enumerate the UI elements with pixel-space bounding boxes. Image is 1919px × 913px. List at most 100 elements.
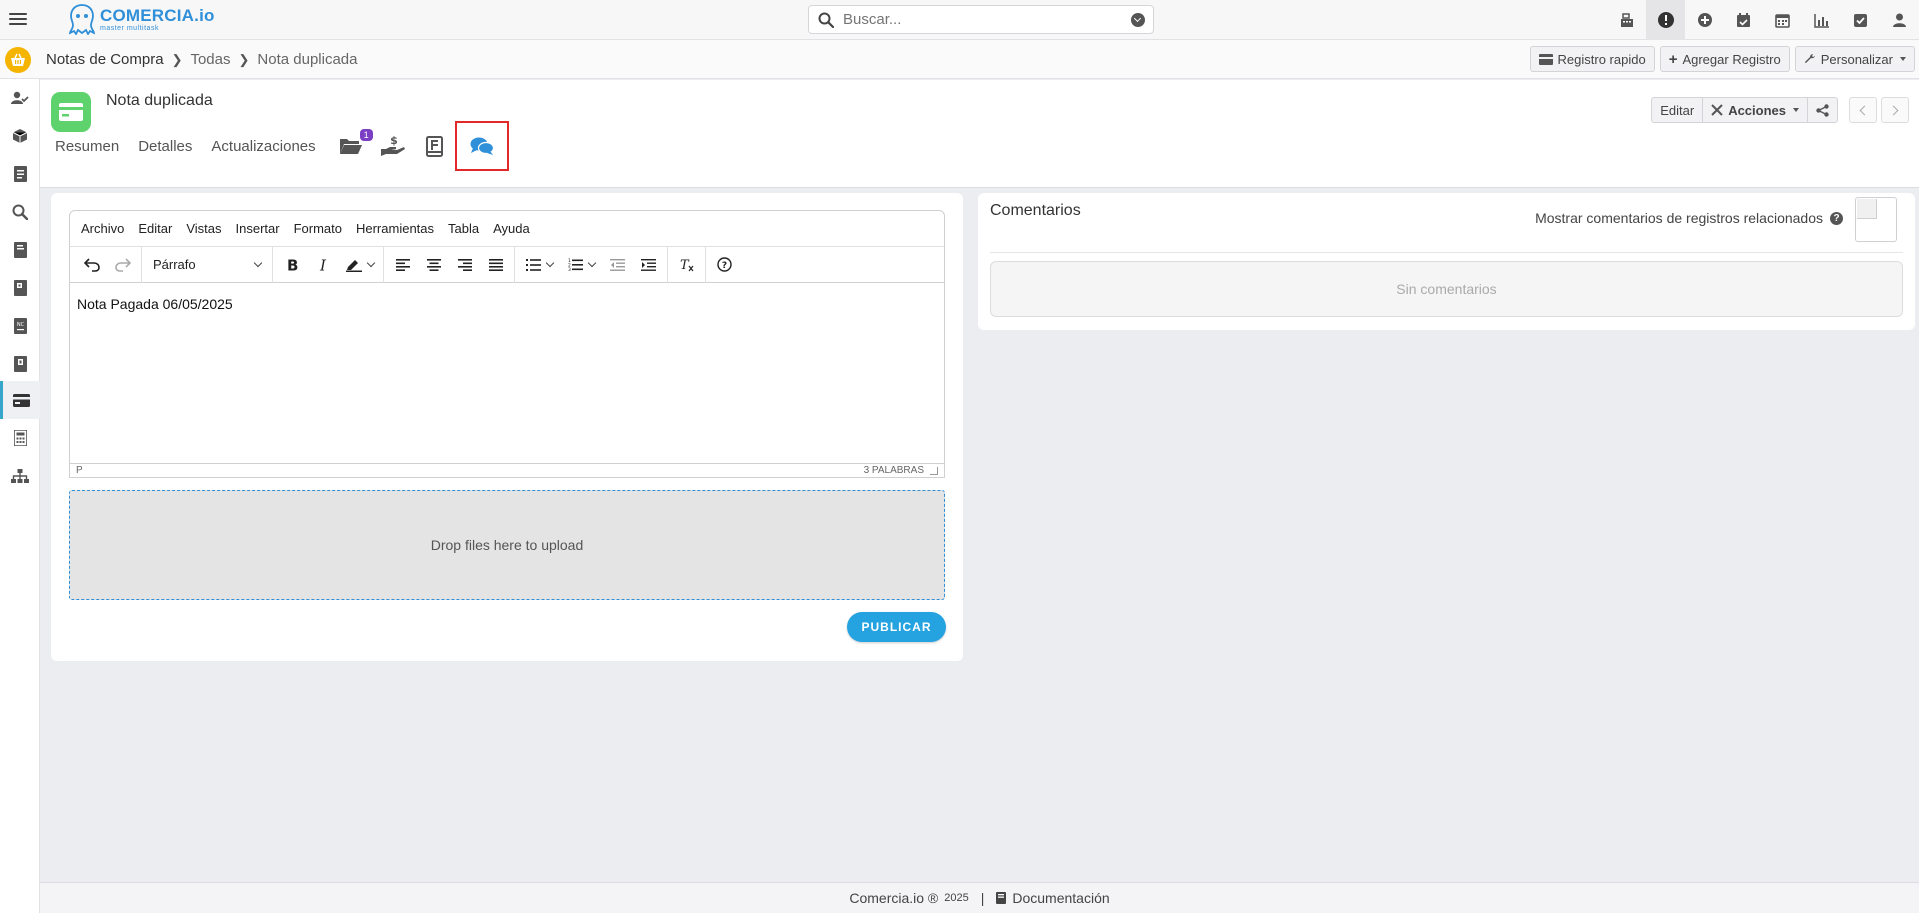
menu-view[interactable]: Vistas xyxy=(186,221,221,236)
sidebar-item-calculator[interactable] xyxy=(0,419,40,457)
sidebar-item-credit-notes[interactable]: NC xyxy=(0,307,40,345)
quick-record-button[interactable]: Registro rapido xyxy=(1529,46,1655,72)
menu-edit[interactable]: Editar xyxy=(138,221,172,236)
outdent-button[interactable] xyxy=(602,251,633,279)
menu-file[interactable]: Archivo xyxy=(81,221,124,236)
align-justify-icon xyxy=(488,258,503,271)
edit-button[interactable]: Editar xyxy=(1651,97,1704,123)
chevron-down-icon[interactable] xyxy=(1131,13,1145,27)
related-comments-toggle[interactable] xyxy=(1855,197,1897,242)
tools-icon xyxy=(1711,104,1723,116)
basket-icon[interactable] xyxy=(5,47,31,73)
sidebar-item-bills[interactable] xyxy=(0,269,40,307)
sidebar-item-purchase-notes[interactable] xyxy=(0,381,40,419)
share-icon xyxy=(1816,103,1829,117)
align-left-button[interactable] xyxy=(387,251,418,279)
menu-insert[interactable]: Insertar xyxy=(236,221,280,236)
sidebar-item-hierarchy[interactable] xyxy=(0,457,40,495)
customize-button[interactable]: Personalizar xyxy=(1794,46,1915,72)
file-dropzone[interactable]: Drop files here to upload xyxy=(69,490,945,600)
sidebar-item-search-docs[interactable] xyxy=(0,193,40,231)
breadcrumb-list[interactable]: Todas xyxy=(190,51,230,68)
align-justify-button[interactable] xyxy=(480,251,511,279)
divider xyxy=(990,252,1903,253)
menu-icon[interactable] xyxy=(9,10,27,28)
sidebar-item-contacts[interactable] xyxy=(0,79,40,117)
bullet-list-icon xyxy=(525,258,541,271)
tab-updates[interactable]: Actualizaciones xyxy=(211,138,315,155)
search-icon xyxy=(818,12,834,28)
bullet-list-button[interactable] xyxy=(518,251,560,279)
tab-payments[interactable]: $ xyxy=(377,130,409,162)
help-icon[interactable]: ? xyxy=(1830,211,1843,225)
search-box[interactable] xyxy=(808,5,1154,34)
chevron-down-icon xyxy=(587,258,596,268)
menu-tools[interactable]: Herramientas xyxy=(356,221,434,236)
svg-text:$: $ xyxy=(390,134,398,147)
toolbar-divider xyxy=(141,246,142,283)
brand-name: COMERCIA.io xyxy=(100,5,215,25)
menu-table[interactable]: Tabla xyxy=(448,221,479,236)
previous-record-button[interactable] xyxy=(1849,97,1877,123)
redo-icon xyxy=(114,257,131,272)
next-record-button[interactable] xyxy=(1881,97,1909,123)
comments-panel: Comentarios Mostrar comentarios de regis… xyxy=(978,193,1915,330)
editor-content-area[interactable]: Nota Pagada 06/05/2025 xyxy=(70,284,944,464)
cash-register-icon[interactable] xyxy=(1607,0,1646,40)
clear-formatting-button[interactable]: T xyxy=(671,251,702,279)
toolbar-divider xyxy=(514,246,515,283)
breadcrumb-bar: Notas de Compra ❯ Todas ❯ Nota duplicada… xyxy=(0,40,1919,79)
tab-details[interactable]: Detalles xyxy=(138,138,192,155)
sidebar-item-quotes[interactable] xyxy=(0,155,40,193)
outdent-icon xyxy=(610,258,625,271)
resize-handle[interactable] xyxy=(930,466,938,475)
checkbox-icon[interactable] xyxy=(1841,0,1880,40)
caret-down-icon xyxy=(1900,57,1906,61)
app-logo[interactable]: COMERCIA.io master multitask xyxy=(68,3,215,35)
user-icon[interactable] xyxy=(1880,0,1919,40)
align-right-button[interactable] xyxy=(449,251,480,279)
calendar-icon[interactable] xyxy=(1763,0,1802,40)
record-title: Nota duplicada xyxy=(106,92,213,109)
tab-comments[interactable] xyxy=(454,121,509,171)
menu-format[interactable]: Formato xyxy=(294,221,342,236)
undo-button[interactable] xyxy=(76,251,107,279)
rich-text-editor: Archivo Editar Vistas Insertar Formato H… xyxy=(69,210,945,478)
footer-year: 2025 xyxy=(944,892,969,904)
search-input[interactable] xyxy=(843,11,1113,28)
block-format-select[interactable]: Párrafo xyxy=(145,251,269,279)
add-record-button[interactable]: + Agregar Registro xyxy=(1659,46,1790,72)
tab-files[interactable]: 1 xyxy=(335,129,373,162)
top-bar: COMERCIA.io master multitask xyxy=(0,0,1919,40)
alert-icon[interactable] xyxy=(1646,0,1685,40)
share-button[interactable] xyxy=(1808,97,1838,123)
chart-icon[interactable] xyxy=(1802,0,1841,40)
breadcrumb-module[interactable]: Notas de Compra xyxy=(46,51,164,68)
credit-note-icon: NC xyxy=(13,318,27,334)
sidebar-item-products[interactable] xyxy=(0,117,40,155)
editor-toolbar: Párrafo B I 1 2 3 T ? xyxy=(70,246,944,283)
sidebar-item-ledger[interactable] xyxy=(0,345,40,383)
comments-title: Comentarios xyxy=(990,202,1081,219)
bold-button[interactable]: B xyxy=(276,251,307,279)
element-path[interactable]: P xyxy=(76,465,83,476)
files-count-badge: 1 xyxy=(359,129,373,141)
actions-button[interactable]: Acciones xyxy=(1703,97,1808,123)
menu-help[interactable]: Ayuda xyxy=(493,221,530,236)
tab-ledger[interactable] xyxy=(419,130,451,162)
add-circle-icon[interactable] xyxy=(1685,0,1724,40)
publish-button[interactable]: PUBLICAR xyxy=(847,612,946,642)
italic-button[interactable]: I xyxy=(307,251,338,279)
numbered-list-button[interactable]: 123 xyxy=(560,251,602,279)
redo-button[interactable] xyxy=(107,251,138,279)
documentation-link[interactable]: Documentación xyxy=(1012,890,1109,906)
indent-button[interactable] xyxy=(633,251,664,279)
add-record-label: Agregar Registro xyxy=(1682,51,1781,67)
clear-format-icon: T xyxy=(680,258,694,272)
tab-summary[interactable]: Resumen xyxy=(55,138,119,155)
align-center-button[interactable] xyxy=(418,251,449,279)
highlight-color-button[interactable] xyxy=(338,251,380,279)
help-button[interactable]: ? xyxy=(709,251,740,279)
sidebar-item-invoices[interactable] xyxy=(0,231,40,269)
calendar-check-icon[interactable] xyxy=(1724,0,1763,40)
